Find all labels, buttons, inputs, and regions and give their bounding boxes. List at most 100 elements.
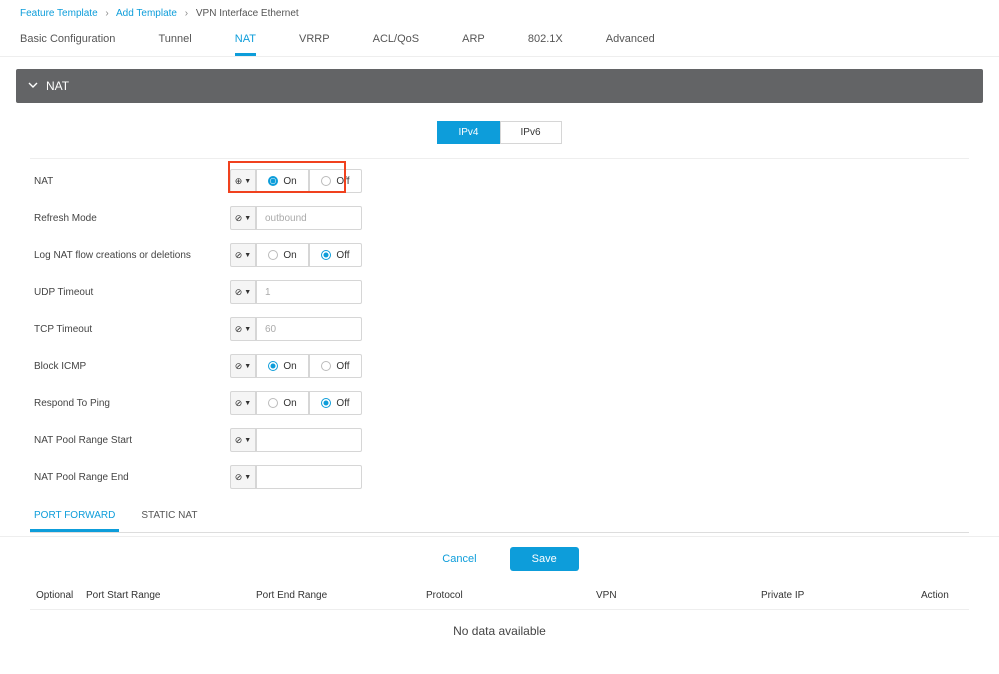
option-label: On bbox=[283, 176, 296, 187]
col-port-end-range: Port End Range bbox=[256, 590, 426, 601]
cancel-button[interactable]: Cancel bbox=[420, 547, 498, 571]
caret-down-icon: ▼ bbox=[244, 437, 251, 444]
icmp-off-option[interactable]: Off bbox=[309, 354, 362, 378]
nat-off-option[interactable]: Off bbox=[309, 169, 362, 193]
subtab-port-forward[interactable]: PORT FORWARD bbox=[30, 502, 119, 532]
col-action: Action bbox=[921, 590, 963, 601]
pool-start-input[interactable] bbox=[256, 428, 362, 452]
main-tabs: Basic Configuration Tunnel NAT VRRP ACL/… bbox=[0, 25, 999, 57]
caret-down-icon: ▼ bbox=[244, 400, 251, 407]
col-optional: Optional bbox=[36, 590, 86, 601]
tab-tunnel[interactable]: Tunnel bbox=[158, 25, 191, 53]
scope-button-refresh[interactable]: ⊘▼ bbox=[230, 206, 256, 230]
tcp-timeout-input[interactable] bbox=[256, 317, 362, 341]
chevron-right-icon: › bbox=[105, 8, 108, 19]
scope-button-poolstart[interactable]: ⊘▼ bbox=[230, 428, 256, 452]
breadcrumb-add-template[interactable]: Add Template bbox=[116, 8, 177, 19]
breadcrumb-feature-template[interactable]: Feature Template bbox=[20, 8, 98, 19]
option-label: On bbox=[283, 398, 296, 409]
ipv4-toggle[interactable]: IPv4 bbox=[437, 121, 499, 144]
scope-button-icmp[interactable]: ⊘▼ bbox=[230, 354, 256, 378]
radio-icon bbox=[321, 250, 331, 260]
scope-button-nat[interactable]: ⊕▼ bbox=[230, 169, 256, 193]
tab-arp[interactable]: ARP bbox=[462, 25, 485, 53]
option-label: Off bbox=[336, 361, 349, 372]
radio-icon bbox=[268, 250, 278, 260]
no-data-message: No data available bbox=[30, 610, 969, 652]
caret-down-icon: ▼ bbox=[244, 474, 251, 481]
option-label: On bbox=[283, 250, 296, 261]
check-icon: ⊘ bbox=[235, 213, 243, 224]
check-icon: ⊘ bbox=[235, 472, 243, 483]
label-pool-start: NAT Pool Range Start bbox=[30, 435, 230, 446]
option-label: Off bbox=[336, 176, 349, 187]
ping-off-option[interactable]: Off bbox=[309, 391, 362, 415]
option-label: On bbox=[283, 361, 296, 372]
caret-down-icon: ▼ bbox=[244, 326, 251, 333]
subtabs: PORT FORWARD STATIC NAT bbox=[30, 502, 969, 533]
check-icon: ⊘ bbox=[235, 287, 243, 298]
check-icon: ⊘ bbox=[235, 435, 243, 446]
option-label: Off bbox=[336, 398, 349, 409]
section-title: NAT bbox=[46, 79, 69, 93]
label-tcp-timeout: TCP Timeout bbox=[30, 324, 230, 335]
check-icon: ⊘ bbox=[235, 324, 243, 335]
ipv6-toggle[interactable]: IPv6 bbox=[500, 121, 562, 144]
subtab-static-nat[interactable]: STATIC NAT bbox=[137, 502, 201, 532]
tab-acl-qos[interactable]: ACL/QoS bbox=[373, 25, 419, 53]
scope-button-lognat[interactable]: ⊘▼ bbox=[230, 243, 256, 267]
udp-timeout-input[interactable] bbox=[256, 280, 362, 304]
footer: Cancel Save bbox=[0, 536, 999, 581]
globe-icon: ⊕ bbox=[235, 176, 243, 187]
radio-icon bbox=[321, 176, 331, 186]
col-private-ip: Private IP bbox=[761, 590, 921, 601]
caret-down-icon: ▼ bbox=[244, 215, 251, 222]
check-icon: ⊘ bbox=[235, 361, 243, 372]
table-header: Optional Port Start Range Port End Range… bbox=[30, 582, 969, 610]
pool-end-input[interactable] bbox=[256, 465, 362, 489]
chevron-right-icon: › bbox=[185, 8, 188, 19]
tab-vrrp[interactable]: VRRP bbox=[299, 25, 330, 53]
divider bbox=[30, 158, 969, 159]
label-nat: NAT bbox=[30, 176, 230, 187]
chevron-down-icon bbox=[28, 79, 38, 93]
label-respond-ping: Respond To Ping bbox=[30, 398, 230, 409]
scope-button-ping[interactable]: ⊘▼ bbox=[230, 391, 256, 415]
col-vpn: VPN bbox=[596, 590, 761, 601]
refresh-mode-input[interactable] bbox=[256, 206, 362, 230]
caret-down-icon: ▼ bbox=[244, 363, 251, 370]
caret-down-icon: ▼ bbox=[244, 289, 251, 296]
breadcrumb: Feature Template › Add Template › VPN In… bbox=[0, 0, 999, 25]
tab-advanced[interactable]: Advanced bbox=[606, 25, 655, 53]
label-block-icmp: Block ICMP bbox=[30, 361, 230, 372]
ping-on-option[interactable]: On bbox=[256, 391, 309, 415]
radio-icon bbox=[321, 398, 331, 408]
label-refresh-mode: Refresh Mode bbox=[30, 213, 230, 224]
breadcrumb-current: VPN Interface Ethernet bbox=[196, 8, 299, 19]
lognat-on-option[interactable]: On bbox=[256, 243, 309, 267]
ip-version-toggle: IPv4IPv6 bbox=[30, 121, 969, 144]
col-port-start-range: Port Start Range bbox=[86, 590, 256, 601]
radio-icon bbox=[268, 398, 278, 408]
label-pool-end: NAT Pool Range End bbox=[30, 472, 230, 483]
section-header-nat[interactable]: NAT bbox=[16, 69, 983, 103]
scope-button-tcp[interactable]: ⊘▼ bbox=[230, 317, 256, 341]
check-icon: ⊘ bbox=[235, 250, 243, 261]
radio-icon bbox=[268, 361, 278, 371]
nat-on-option[interactable]: On bbox=[256, 169, 309, 193]
label-log-nat: Log NAT flow creations or deletions bbox=[30, 250, 230, 261]
icmp-on-option[interactable]: On bbox=[256, 354, 309, 378]
radio-icon bbox=[321, 361, 331, 371]
tab-8021x[interactable]: 802.1X bbox=[528, 25, 563, 53]
check-icon: ⊘ bbox=[235, 398, 243, 409]
tab-nat[interactable]: NAT bbox=[235, 25, 256, 56]
lognat-off-option[interactable]: Off bbox=[309, 243, 362, 267]
save-button[interactable]: Save bbox=[510, 547, 579, 571]
scope-button-poolend[interactable]: ⊘▼ bbox=[230, 465, 256, 489]
col-protocol: Protocol bbox=[426, 590, 596, 601]
caret-down-icon: ▼ bbox=[244, 252, 251, 259]
tab-basic-configuration[interactable]: Basic Configuration bbox=[20, 25, 115, 53]
scope-button-udp[interactable]: ⊘▼ bbox=[230, 280, 256, 304]
label-udp-timeout: UDP Timeout bbox=[30, 287, 230, 298]
caret-down-icon: ▼ bbox=[244, 178, 251, 185]
